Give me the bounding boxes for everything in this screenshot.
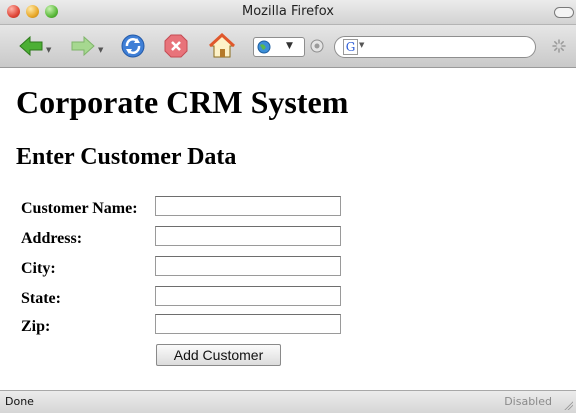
zip-label: Zip: [21,318,51,335]
home-icon[interactable] [209,33,235,59]
status-bar: Done Disabled [0,390,576,413]
state-label: State: [21,290,61,307]
throbber-icon [552,39,566,53]
go-icon[interactable] [310,39,324,53]
city-label: City: [21,260,56,277]
window-title: Mozilla Firefox [242,4,334,19]
search-engine-dropdown-icon[interactable]: ▼ [359,41,364,49]
state-field[interactable] [155,286,341,306]
forward-arrow-icon[interactable] [70,33,96,59]
location-dropdown[interactable]: ▼ [253,37,305,57]
google-search-icon[interactable]: G [343,39,358,55]
zip-field[interactable] [155,314,341,334]
section-title: Enter Customer Data [16,144,237,170]
address-label: Address: [21,230,83,247]
address-field[interactable] [155,226,341,246]
window-titlebar: Mozilla Firefox [0,0,576,25]
navigation-toolbar: ▼ ▼ ▼ G ▼ [0,25,576,68]
page-title: Corporate CRM System [16,84,349,120]
customer-name-field[interactable] [155,196,341,216]
customer-name-label: Customer Name: [21,200,138,217]
status-indicator: Disabled [504,395,552,408]
resize-grip-icon[interactable] [563,400,573,410]
forward-dropdown-icon[interactable]: ▼ [98,46,103,54]
status-text: Done [5,395,34,408]
add-customer-button[interactable]: Add Customer [156,344,281,366]
reload-icon[interactable] [120,33,146,59]
toolbar-toggle-button[interactable] [554,7,574,18]
stop-icon[interactable] [163,33,189,59]
page-content: Corporate CRM System Enter Customer Data… [0,68,576,390]
globe-icon [257,40,271,54]
chevron-down-icon: ▼ [286,41,293,51]
back-arrow-icon[interactable] [18,33,44,59]
search-input[interactable]: G ▼ [334,36,536,58]
back-dropdown-icon[interactable]: ▼ [46,46,51,54]
city-field[interactable] [155,256,341,276]
